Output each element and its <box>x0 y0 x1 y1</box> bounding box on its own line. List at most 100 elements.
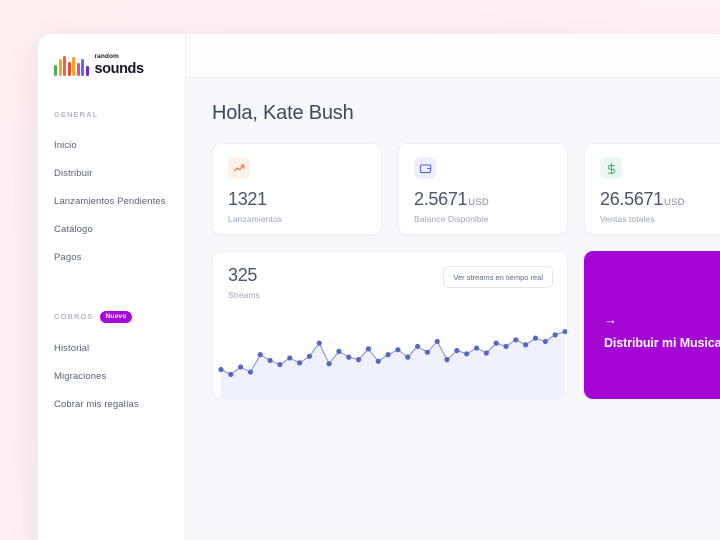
sidebar-nav: GENERAL Inicio Distribuir Lanzamientos Pend… <box>38 110 185 419</box>
chart-point <box>228 371 234 378</box>
chart-point <box>375 358 381 364</box>
sidebar-item-distribuir[interactable]: Distribuir <box>38 159 185 187</box>
chart-point <box>277 361 283 368</box>
stat-value: 2.5671USD <box>414 190 553 208</box>
sidebar-section-label: COBROS Nuevo <box>38 311 185 323</box>
sidebar-item-lanzamientos-pendientes[interactable]: Lanzamientos Pendientes <box>38 187 185 215</box>
logo-bar <box>67 61 71 76</box>
sidebar-item-inicio[interactable]: Inicio <box>38 131 185 159</box>
chart-point <box>385 352 391 358</box>
chart-point <box>493 340 499 346</box>
stat-value: 1321 <box>228 190 367 208</box>
logo-bar <box>72 56 75 76</box>
sidebar: random sounds GENERAL Inicio Distribuir Lan… <box>38 34 186 540</box>
chart-point <box>414 343 421 349</box>
chart-point <box>395 347 401 353</box>
stat-label: Lanzamientos <box>228 214 283 224</box>
stat-number: 1321 <box>228 189 267 209</box>
brand-logo[interactable]: random sounds <box>38 34 185 82</box>
wallet-icon <box>414 157 436 179</box>
sidebar-item-catalogo[interactable]: Catálogo <box>38 215 185 243</box>
chart-point <box>365 346 371 352</box>
stat-card: 26.5671USD Ventas totales <box>584 143 720 235</box>
sidebar-item-cobrar-mis-regalaas[interactable]: Cobrar mis regalías <box>38 391 185 419</box>
sidebar-item-list: Historial Migraciones Cobrar mis regalías <box>38 335 185 419</box>
chart-point <box>513 337 519 343</box>
sidebar-section-title: GENERAL <box>54 110 99 119</box>
stat-number: 2.5671 <box>414 189 468 209</box>
chart-point <box>542 338 548 345</box>
new-badge: Nuevo <box>99 311 133 323</box>
distribute-music-cta[interactable]: → Distribuir mi Musica <box>584 251 720 399</box>
brand-name-small: random <box>94 53 119 60</box>
logo-bar <box>81 58 84 76</box>
sidebar-section-general: GENERAL Inicio Distribuir Lanzamientos Pend… <box>38 110 185 271</box>
stat-label: Ventas totales <box>600 214 655 224</box>
second-row: 325 Streams Ver streams en tiempo real →… <box>212 251 720 399</box>
chart-point <box>523 342 529 348</box>
streams-header: 325 Streams Ver streams en tiempo real <box>213 252 567 300</box>
sidebar-section-title: COBROS <box>54 312 94 322</box>
sidebar-section-label: GENERAL <box>38 110 185 119</box>
stat-value: 26.5671USD <box>600 190 720 208</box>
chart-point <box>297 360 303 366</box>
logo-bar <box>76 62 80 76</box>
chart-point <box>238 364 244 370</box>
trending-up-icon <box>228 157 250 179</box>
stat-card-row: 1321 Lanzamientos 2.5671USD Balance Disponi… <box>212 143 720 235</box>
sound-bars-icon <box>54 55 89 76</box>
sidebar-section-cobros: COBROS Nuevo Historial Migraciones Cobrar mi… <box>38 311 185 419</box>
sidebar-item-list: Inicio Distribuir Lanzamientos Pendientes C… <box>38 131 185 271</box>
stat-number: 26.5671 <box>600 189 663 209</box>
stat-unit: USD <box>663 197 685 208</box>
chart-point <box>473 345 480 351</box>
chart-point <box>287 355 293 361</box>
app-window: random sounds GENERAL Inicio Distribuir Lan… <box>38 34 720 540</box>
main-area: Hola, Kate Bush 1321 Lanzamientos 2.5671US… <box>186 34 720 540</box>
sidebar-item-historial[interactable]: Historial <box>38 335 185 363</box>
dollar-icon <box>600 157 622 179</box>
chart-point <box>257 352 263 358</box>
chart-point <box>336 348 342 354</box>
chart-point <box>424 349 430 355</box>
logo-bar <box>54 64 57 76</box>
logo-bar <box>85 65 89 76</box>
view-realtime-streams-button[interactable]: Ver streams en tiempo real <box>443 266 553 288</box>
streams-line-chart <box>213 310 567 398</box>
chart-point <box>532 335 539 341</box>
logo-bar <box>58 58 62 76</box>
streams-label: Streams <box>228 290 260 300</box>
arrow-right-icon: → <box>604 312 617 327</box>
chart-point <box>454 347 460 354</box>
logo-bar <box>63 55 66 76</box>
stat-label: Balance Disponible <box>414 214 489 224</box>
sidebar-item-pagos[interactable]: Pagos <box>38 243 185 271</box>
chart-point <box>464 351 470 357</box>
top-bar <box>186 34 720 78</box>
chart-point <box>444 357 450 363</box>
chart-point <box>316 340 322 346</box>
chart-point <box>405 354 411 360</box>
sidebar-item-migraciones[interactable]: Migraciones <box>38 363 185 391</box>
stat-unit: USD <box>468 197 489 208</box>
chart-point <box>326 361 332 367</box>
stat-card: 1321 Lanzamientos <box>212 143 382 235</box>
brand-name-big: sounds <box>94 60 145 77</box>
chart-point <box>306 353 313 359</box>
stat-card: 2.5671USD Balance Disponible <box>398 143 568 235</box>
distribute-music-label: Distribuir mi Musica <box>604 336 720 350</box>
chart-point <box>247 369 254 375</box>
chart-point <box>434 338 440 345</box>
streams-card: 325 Streams Ver streams en tiempo real <box>212 251 568 399</box>
streams-summary: 325 Streams <box>228 266 260 300</box>
line-chart-svg <box>218 328 567 398</box>
streams-value: 325 <box>228 265 258 285</box>
page-title: Hola, Kate Bush <box>212 102 354 124</box>
chart-point <box>483 350 489 356</box>
chart-point <box>218 366 224 373</box>
chart-point <box>552 332 558 338</box>
page-content: Hola, Kate Bush 1321 Lanzamientos 2.5671US… <box>186 78 720 399</box>
chart-point <box>355 357 362 363</box>
chart-point <box>503 343 509 349</box>
brand-name: random sounds <box>94 53 145 77</box>
